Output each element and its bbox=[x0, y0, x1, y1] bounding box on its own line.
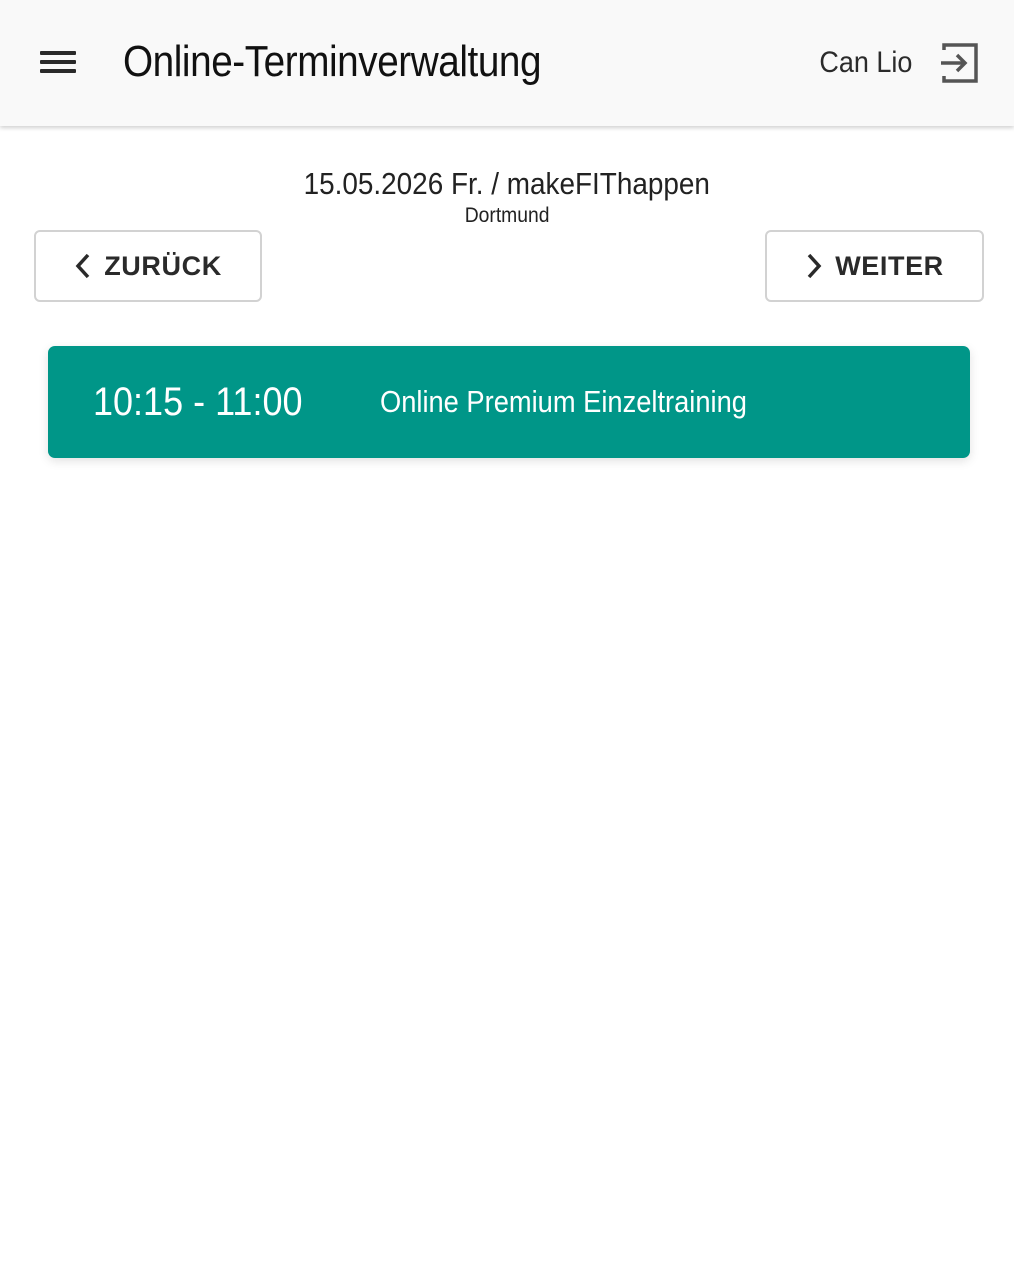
back-button-label: ZURÜCK bbox=[104, 250, 222, 281]
day-heading-text: 15.05.2026 Fr. / makeFIThappen bbox=[303, 166, 711, 201]
appointment-time: 10:15 - 11:00 bbox=[93, 380, 303, 424]
app-bar: Online-Terminverwaltung Can Lio bbox=[0, 0, 1014, 126]
menu-button[interactable] bbox=[30, 40, 86, 84]
next-button-label: WEITER bbox=[835, 250, 944, 281]
hamburger-menu-icon-line bbox=[40, 60, 76, 64]
next-button[interactable]: WEITER bbox=[765, 230, 984, 302]
chevron-right-icon bbox=[807, 253, 822, 279]
hamburger-menu-icon bbox=[40, 51, 76, 55]
hamburger-menu-icon-line bbox=[40, 69, 76, 73]
back-button[interactable]: ZURÜCK bbox=[34, 230, 262, 302]
appointment-title: Online Premium Einzeltraining bbox=[380, 384, 747, 419]
location-label: Dortmund bbox=[0, 202, 1014, 230]
chevron-left-icon bbox=[75, 253, 90, 279]
day-heading: 15.05.2026 Fr. / makeFIThappen bbox=[0, 164, 1014, 204]
location-text: Dortmund bbox=[464, 204, 550, 227]
logout-icon bbox=[941, 43, 978, 83]
logout-button[interactable] bbox=[936, 40, 982, 86]
appointment-card[interactable]: 10:15 - 11:00 Online Premium Einzeltrain… bbox=[48, 346, 970, 458]
user-name: Can Lio bbox=[818, 46, 912, 79]
page-title: Online-Terminverwaltung bbox=[123, 37, 542, 86]
